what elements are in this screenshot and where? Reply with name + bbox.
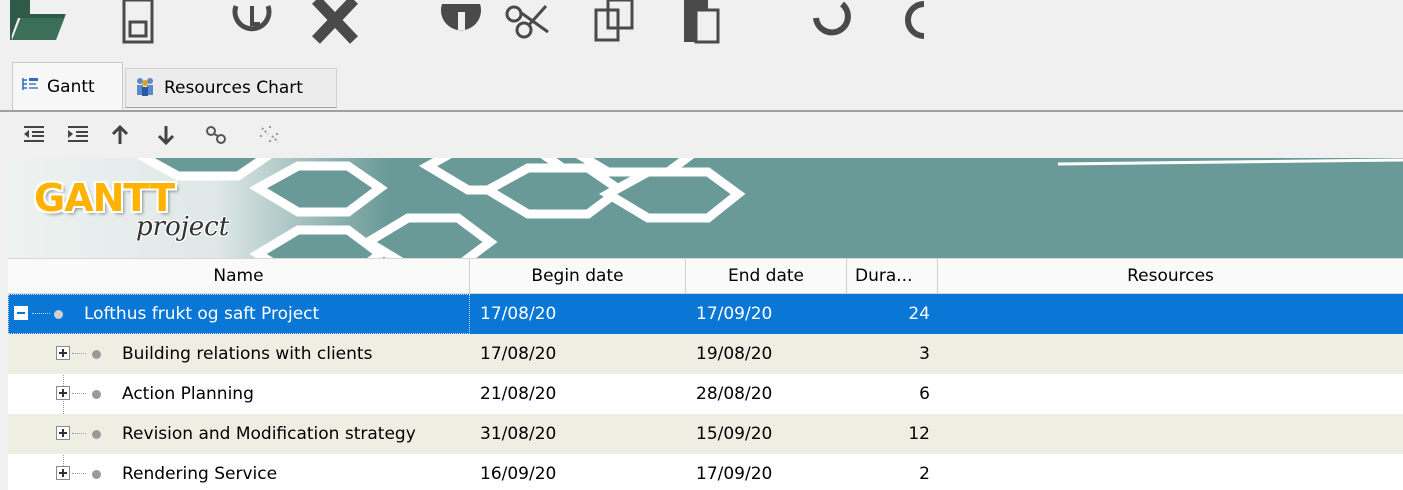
table-header: Name Begin date End date Dura... Resourc… [8, 258, 1403, 294]
expand-toggle-icon[interactable] [56, 426, 70, 440]
table-row[interactable]: Revision and Modification strategy 31/08… [8, 414, 1403, 454]
delete-icon[interactable] [312, 0, 358, 46]
gantt-project-logo: GANTT project [34, 176, 264, 246]
link-icon[interactable] [204, 124, 228, 146]
expand-toggle-icon[interactable] [56, 346, 70, 360]
tree-connector [72, 473, 86, 474]
task-begin-date[interactable]: 17/08/20 [470, 334, 686, 374]
expand-toggle-icon[interactable] [56, 466, 70, 480]
redo-icon[interactable] [890, 0, 930, 46]
column-header-end-date[interactable]: End date [686, 259, 847, 294]
logo-sub-text: project [136, 212, 230, 242]
table-row[interactable]: Action Planning 21/08/20 28/08/20 6 [8, 374, 1403, 414]
tree-connector [32, 313, 50, 314]
task-begin-date[interactable]: 16/09/20 [470, 454, 686, 490]
table-row[interactable]: Lofthus frukt og saft Project 17/08/20 1… [8, 294, 1403, 334]
task-begin-date[interactable]: 31/08/20 [470, 414, 686, 454]
task-begin-date[interactable]: 21/08/20 [470, 374, 686, 414]
move-down-icon[interactable] [156, 124, 176, 146]
task-duration[interactable]: 3 [847, 334, 938, 374]
task-begin-date[interactable]: 17/08/20 [470, 294, 686, 334]
task-toolbar [0, 112, 1403, 158]
task-name[interactable]: Revision and Modification strategy [122, 414, 416, 454]
task-bullet-icon [92, 430, 101, 439]
tree-connector [72, 393, 86, 394]
outdent-icon[interactable] [22, 124, 46, 144]
task-end-date[interactable]: 19/08/20 [686, 334, 847, 374]
task-name[interactable]: Lofthus frukt og saft Project [84, 294, 319, 334]
task-resources[interactable] [938, 334, 1403, 374]
collapse-toggle-icon[interactable] [14, 306, 28, 320]
column-header-duration[interactable]: Dura... [847, 259, 938, 294]
task-end-date[interactable]: 17/09/20 [686, 294, 847, 334]
save-icon[interactable] [122, 0, 154, 46]
task-bullet-icon [92, 470, 101, 479]
tab-gantt-label: Gantt [47, 76, 95, 97]
table-row[interactable]: Building relations with clients 17/08/20… [8, 334, 1403, 374]
task-bullet-icon [54, 310, 63, 319]
open-folder-icon[interactable] [8, 0, 68, 46]
task-table: Name Begin date End date Dura... Resourc… [8, 258, 1403, 490]
tree-connector [72, 353, 86, 354]
table-row[interactable]: Rendering Service 16/09/20 17/09/20 2 [8, 454, 1403, 490]
gantt-project-banner: GANTT project [8, 158, 1403, 258]
task-duration[interactable]: 12 [847, 414, 938, 454]
tree-connector [72, 433, 86, 434]
task-end-date[interactable]: 28/08/20 [686, 374, 847, 414]
info-icon[interactable] [440, 0, 482, 46]
undo-icon[interactable] [812, 0, 852, 46]
task-bullet-icon [92, 390, 101, 399]
move-up-icon[interactable] [110, 124, 130, 146]
column-header-resources[interactable]: Resources [938, 259, 1403, 294]
unlink-icon[interactable] [258, 124, 282, 146]
paste-icon[interactable] [682, 0, 722, 46]
cut-icon[interactable] [504, 0, 550, 46]
task-duration[interactable]: 6 [847, 374, 938, 414]
task-end-date[interactable]: 17/09/20 [686, 454, 847, 490]
task-name[interactable]: Rendering Service [122, 454, 277, 490]
gantt-project-window: Gantt Resources Chart GANTT project Name… [0, 0, 1403, 490]
task-resources[interactable] [938, 374, 1403, 414]
column-header-name[interactable]: Name [8, 259, 470, 294]
task-duration[interactable]: 24 [847, 294, 938, 334]
column-header-begin-date[interactable]: Begin date [470, 259, 686, 294]
task-end-date[interactable]: 15/09/20 [686, 414, 847, 454]
task-resources[interactable] [938, 414, 1403, 454]
tab-resources-chart[interactable]: Resources Chart [125, 68, 337, 108]
tab-resources-chart-label: Resources Chart [164, 78, 303, 98]
task-duration[interactable]: 2 [847, 454, 938, 490]
task-name[interactable]: Building relations with clients [122, 334, 372, 374]
expand-toggle-icon[interactable] [56, 386, 70, 400]
indent-icon[interactable] [66, 124, 90, 144]
clock-icon[interactable] [232, 0, 272, 46]
task-resources[interactable] [938, 294, 1403, 334]
gantt-tree-icon [21, 76, 39, 97]
copy-icon[interactable] [594, 0, 636, 46]
view-tabs: Gantt Resources Chart [0, 56, 1403, 112]
task-name[interactable]: Action Planning [122, 374, 254, 414]
main-toolbar [0, 0, 1403, 56]
people-icon [134, 76, 156, 101]
task-bullet-icon [92, 350, 101, 359]
tab-gantt[interactable]: Gantt [12, 62, 123, 110]
task-resources[interactable] [938, 454, 1403, 490]
